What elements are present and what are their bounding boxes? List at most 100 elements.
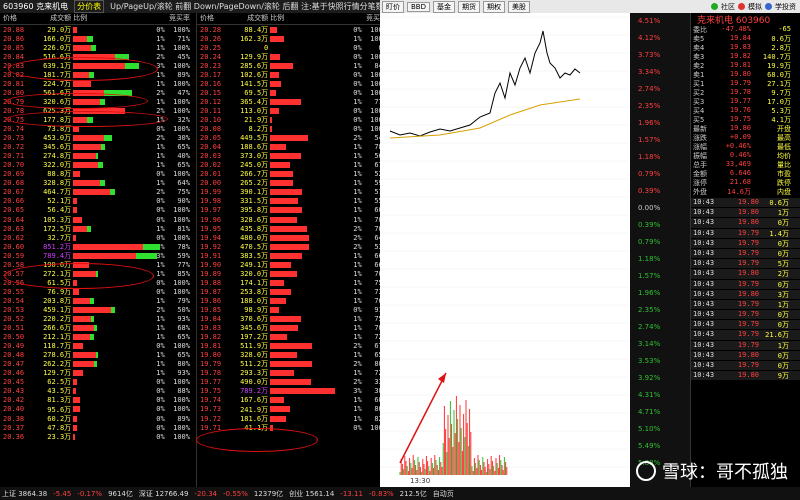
toolbar-button-bbd[interactable]: BBD [407,1,430,12]
table-row[interactable]: 20.85 226.0万 1% 100% [0,43,190,52]
table-row[interactable]: 19.84370.6万1%75% [197,315,387,324]
table-row[interactable]: 19.75789.2万3%30% [197,387,387,396]
table-row[interactable]: 19.72181.6万1%82% [197,414,387,423]
table-row[interactable]: 20.05449.5万2%54% [197,134,387,143]
table-row[interactable]: 20.57 272.1万 1% 85% [0,269,190,278]
table-row[interactable]: 20.82 181.7万 1% 89% [0,70,190,79]
table-row[interactable]: 20.36 23.3万 0% 100% [0,432,190,441]
table-row[interactable]: 20.71 274.8万 1% 40% [0,152,190,161]
community-icon[interactable] [711,3,718,10]
table-row[interactable]: 19.96328.6万1%70% [197,215,387,224]
table-row[interactable]: 20.52 220.2万 1% 93% [0,315,190,324]
toolbar-button-options[interactable]: 期权 [483,0,505,13]
table-row[interactable]: 20.43 43.5万 0% 88% [0,387,190,396]
toolbar-button-us-stocks[interactable]: 美股 [508,0,530,13]
table-row[interactable]: 19.79511.2万2%80% [197,360,387,369]
table-row[interactable]: 20.49 118.7万 0% 100% [0,342,190,351]
table-row[interactable]: 19.88174.1万1%75% [197,278,387,287]
table-row[interactable]: 19.73241.9万1%80% [197,405,387,414]
intraday-chart[interactable]: 4.51% 4.12% 3.73% 3.34% 2.74% 2.35% 1.96% 1.57%… [380,13,690,497]
table-row[interactable]: 20.73 453.0万 2% 30% [0,134,190,143]
table-row[interactable]: 20.59 789.4万 3% 59% [0,251,190,260]
table-row[interactable]: 20.08 8.2万 0% 100% [197,125,387,134]
table-row[interactable]: 19.98331.5万1%55% [197,197,387,206]
table-row[interactable]: 20.28 88.4万 0% 100% [197,25,387,34]
table-row[interactable]: 19.95435.8万2%70% [197,224,387,233]
table-row[interactable]: 19.77490.0万2%33% [197,378,387,387]
table-row[interactable]: 20.75 177.8万 1% 32% [0,115,190,124]
table-row[interactable]: 20.78 625.3万 2% 100% [0,106,190,115]
table-row[interactable]: 20.04188.6万1%78% [197,143,387,152]
table-row[interactable]: 19.86188.0万1%76% [197,296,387,305]
table-row[interactable]: 20.58 190.6万 1% 77% [0,260,190,269]
table-row[interactable]: 19.90249.1万1%66% [197,260,387,269]
toolbar-link-community[interactable]: 社区 [721,2,735,12]
table-row[interactable]: 20.68 328.8万 1% 64% [0,179,190,188]
table-row[interactable]: 20.55 76.9万 0% 100% [0,287,190,296]
table-row[interactable]: 20.2500%0% [197,43,387,52]
table-row[interactable]: 20.67 464.7万 2% 75% [0,188,190,197]
table-row[interactable]: 19.92470.5万2%53% [197,242,387,251]
toolbar-button-fund[interactable]: 基金 [433,0,455,13]
table-row[interactable]: 20.83 639.1万 3% 100% [0,61,190,70]
table-row[interactable]: 20.72 345.6万 1% 65% [0,143,190,152]
table-row[interactable]: 20.51 266.6万 1% 68% [0,324,190,333]
toolbar-link-learn[interactable]: 学投资 [775,2,796,12]
table-row[interactable]: 19.74167.6万1%60% [197,396,387,405]
table-row[interactable]: 19.81511.9万2%67% [197,342,387,351]
toolbar-button-price-watch[interactable]: 盯价 [382,0,404,13]
table-row[interactable]: 20.56 61.5万 0% 100% [0,278,190,287]
index-sz[interactable]: 深证 12766.49 [139,489,189,499]
table-row[interactable]: 19.80328.0万1%65% [197,351,387,360]
table-row[interactable]: 20.17 102.6万 0% 100% [197,70,387,79]
table-row[interactable]: 20.48 278.6万 1% 65% [0,351,190,360]
table-row[interactable]: 20.64 105.3万 0% 100% [0,215,190,224]
table-row[interactable]: 20.26 162.3万 1% 100% [197,34,387,43]
table-row[interactable]: 20.10 21.9万 0% 100% [197,115,387,124]
table-row[interactable]: 20.53 459.1万 2% 50% [0,305,190,314]
table-row[interactable]: 20.24 129.9万 0% 100% [197,52,387,61]
table-row[interactable]: 20.63 172.5万 1% 81% [0,224,190,233]
table-row[interactable]: 20.81 224.7万 1% 100% [0,79,190,88]
table-row[interactable]: 19.78293.3万1%72% [197,369,387,378]
table-row[interactable]: 20.01266.7万1%52% [197,170,387,179]
table-row[interactable]: 19.91383.5万1%66% [197,251,387,260]
table-row[interactable]: 20.15 69.5万 0% 100% [197,88,387,97]
table-row[interactable]: 19.71 41.1万 0% 100% [197,423,387,432]
table-row[interactable]: 20.11 113.0万 0% 100% [197,106,387,115]
table-row[interactable]: 20.60 851.2万 3% 78% [0,242,190,251]
table-row[interactable]: 20.69 88.8万 0% 100% [0,170,190,179]
table-row[interactable]: 20.86 166.0万 1% 71% [0,34,190,43]
table-row[interactable]: 20.00265.2万1%59% [197,179,387,188]
table-row[interactable]: 20.66 52.1万 0% 90% [0,197,190,206]
table-row[interactable]: 20.16 141.5万 0% 100% [197,79,387,88]
index-sh[interactable]: 上证 3864.38 [2,489,47,499]
table-row[interactable]: 19.97395.8万1%60% [197,206,387,215]
table-row[interactable]: 20.45 62.5万 0% 100% [0,378,190,387]
table-row[interactable]: 20.03373.0万1%56% [197,152,387,161]
table-row[interactable]: 20.88 29.0万 0% 100% [0,25,190,34]
table-row[interactable]: 19.8598.9万0%91% [197,305,387,314]
table-row[interactable]: 20.74 73.8万 0% 100% [0,125,190,134]
table-row[interactable]: 20.38 60.2万 0% 89% [0,414,190,423]
table-row[interactable]: 20.40 95.6万 0% 100% [0,405,190,414]
table-row[interactable]: 20.70 322.0万 1% 65% [0,161,190,170]
table-row[interactable]: 19.82197.2万1%72% [197,333,387,342]
toolbar-link-simulation[interactable]: 模拟 [748,2,762,12]
table-row[interactable]: 20.62 32.7万 0% 100% [0,233,190,242]
table-row[interactable]: 20.50 212.1万 1% 65% [0,333,190,342]
table-row[interactable]: 20.79 320.6万 1% 100% [0,97,190,106]
table-row[interactable]: 19.87253.8万1%73% [197,287,387,296]
table-row[interactable]: 20.65 56.4万 0% 100% [0,206,190,215]
table-row[interactable]: 20.84 516.6万 2% 45% [0,52,190,61]
simulation-icon[interactable] [738,3,745,10]
table-row[interactable]: 20.46 129.7万 1% 93% [0,369,190,378]
table-row[interactable]: 20.23285.6万1%84% [197,61,387,70]
table-row[interactable]: 20.80 561.6万 2% 47% [0,88,190,97]
toolbar-button-futures[interactable]: 期货 [458,0,480,13]
table-row[interactable]: 20.37 47.8万 0% 100% [0,423,190,432]
table-row[interactable]: 20.54 203.8万 1% 79% [0,296,190,305]
table-row[interactable]: 20.47 262.2万 1% 80% [0,360,190,369]
table-row[interactable]: 20.02245.0万1%67% [197,161,387,170]
table-row[interactable]: 19.99390.1万1%57% [197,188,387,197]
